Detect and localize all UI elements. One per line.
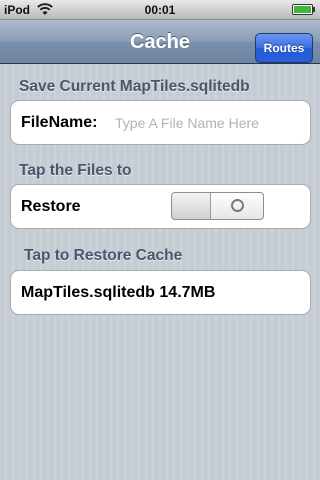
- navigation-bar: Cache Routes: [0, 20, 320, 64]
- filename-input[interactable]: [115, 112, 301, 134]
- status-bar: iPod 00:01: [0, 0, 320, 20]
- routes-button[interactable]: Routes: [255, 33, 313, 63]
- toggle-knob: [172, 193, 211, 219]
- status-time: 00:01: [144, 3, 176, 17]
- cache-file-row[interactable]: MapTiles.sqlitedb 14.7MB: [10, 270, 311, 315]
- off-indicator-icon: [231, 199, 244, 212]
- filename-cell: FileName:: [10, 100, 311, 145]
- battery-icon: [292, 4, 316, 15]
- save-section-header: Save Current MapTiles.sqlitedb: [19, 78, 250, 95]
- restore-section-header: Tap the Files to: [19, 162, 132, 179]
- cache-file-label: MapTiles.sqlitedb 14.7MB: [21, 284, 216, 301]
- cache-section-header: Tap to Restore Cache: [24, 247, 183, 264]
- restore-toggle[interactable]: [171, 192, 264, 220]
- filename-label: FileName:: [21, 114, 98, 131]
- restore-cell: Restore: [10, 184, 311, 229]
- restore-label: Restore: [21, 198, 81, 215]
